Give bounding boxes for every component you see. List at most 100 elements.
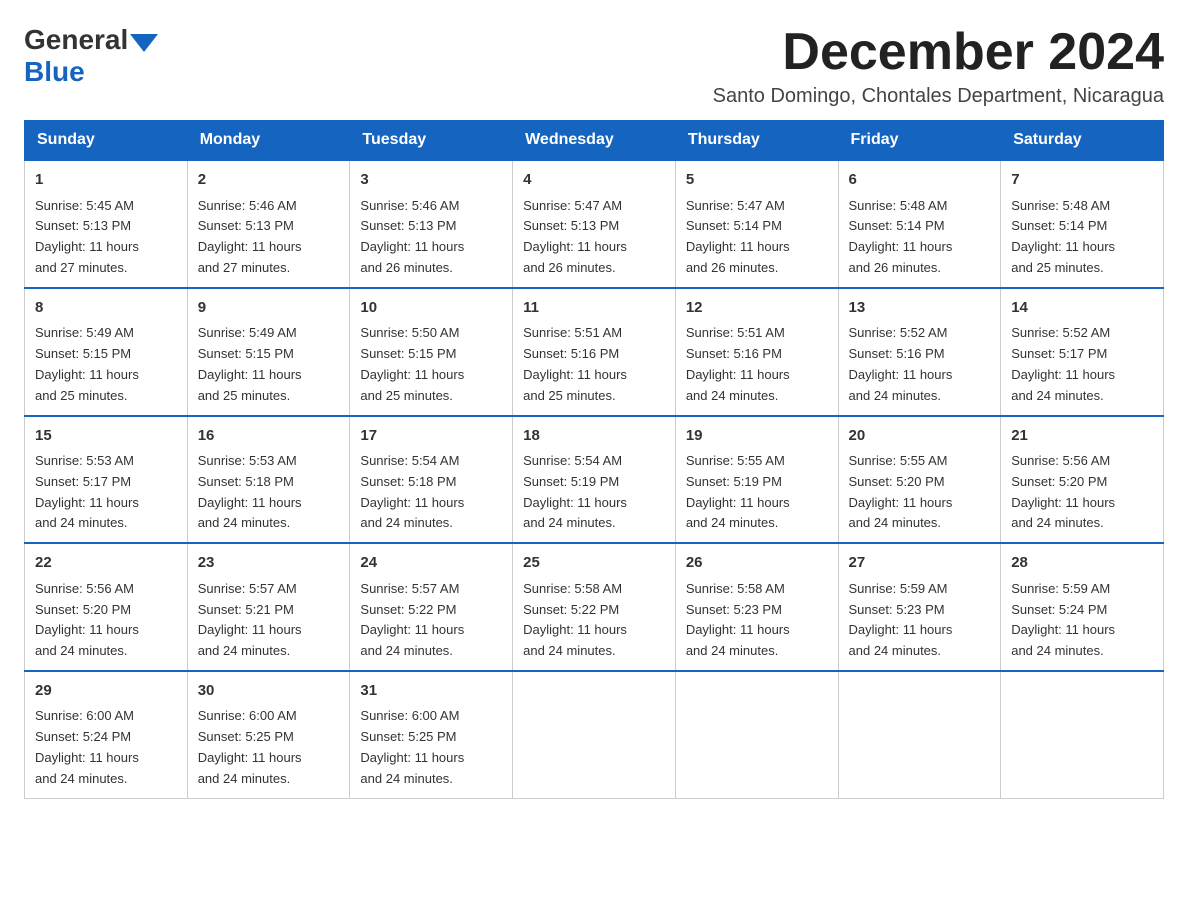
day-info: Sunrise: 6:00 AM Sunset: 5:25 PM Dayligh… (198, 708, 302, 785)
day-number: 31 (360, 680, 502, 703)
day-info: Sunrise: 5:45 AM Sunset: 5:13 PM Dayligh… (35, 198, 139, 275)
day-cell: 13 Sunrise: 5:52 AM Sunset: 5:16 PM Dayl… (838, 288, 1001, 416)
day-info: Sunrise: 5:51 AM Sunset: 5:16 PM Dayligh… (523, 325, 627, 402)
day-info: Sunrise: 5:54 AM Sunset: 5:18 PM Dayligh… (360, 453, 464, 530)
day-number: 5 (686, 169, 828, 192)
day-info: Sunrise: 5:49 AM Sunset: 5:15 PM Dayligh… (198, 325, 302, 402)
day-info: Sunrise: 5:56 AM Sunset: 5:20 PM Dayligh… (1011, 453, 1115, 530)
day-number: 28 (1011, 552, 1153, 575)
logo-blue: Blue (24, 56, 158, 88)
day-number: 26 (686, 552, 828, 575)
day-cell: 12 Sunrise: 5:51 AM Sunset: 5:16 PM Dayl… (675, 288, 838, 416)
col-header-thursday: Thursday (675, 121, 838, 161)
day-number: 20 (849, 425, 991, 448)
day-number: 22 (35, 552, 177, 575)
logo-general: General (24, 24, 128, 56)
day-info: Sunrise: 5:52 AM Sunset: 5:17 PM Dayligh… (1011, 325, 1115, 402)
day-number: 3 (360, 169, 502, 192)
day-cell: 17 Sunrise: 5:54 AM Sunset: 5:18 PM Dayl… (350, 416, 513, 544)
day-number: 16 (198, 425, 340, 448)
day-number: 19 (686, 425, 828, 448)
day-cell: 29 Sunrise: 6:00 AM Sunset: 5:24 PM Dayl… (25, 671, 188, 798)
day-cell: 15 Sunrise: 5:53 AM Sunset: 5:17 PM Dayl… (25, 416, 188, 544)
day-info: Sunrise: 5:52 AM Sunset: 5:16 PM Dayligh… (849, 325, 953, 402)
day-cell: 25 Sunrise: 5:58 AM Sunset: 5:22 PM Dayl… (513, 543, 676, 671)
day-number: 18 (523, 425, 665, 448)
day-cell: 2 Sunrise: 5:46 AM Sunset: 5:13 PM Dayli… (187, 160, 350, 288)
day-cell: 14 Sunrise: 5:52 AM Sunset: 5:17 PM Dayl… (1001, 288, 1164, 416)
day-header-row: SundayMondayTuesdayWednesdayThursdayFrid… (25, 121, 1164, 161)
logo-triangle-icon (130, 34, 158, 52)
day-info: Sunrise: 5:58 AM Sunset: 5:23 PM Dayligh… (686, 581, 790, 658)
day-cell: 20 Sunrise: 5:55 AM Sunset: 5:20 PM Dayl… (838, 416, 1001, 544)
week-row-4: 22 Sunrise: 5:56 AM Sunset: 5:20 PM Dayl… (25, 543, 1164, 671)
day-cell: 18 Sunrise: 5:54 AM Sunset: 5:19 PM Dayl… (513, 416, 676, 544)
day-info: Sunrise: 5:48 AM Sunset: 5:14 PM Dayligh… (849, 198, 953, 275)
day-info: Sunrise: 5:59 AM Sunset: 5:23 PM Dayligh… (849, 581, 953, 658)
day-number: 21 (1011, 425, 1153, 448)
day-number: 13 (849, 297, 991, 320)
col-header-tuesday: Tuesday (350, 121, 513, 161)
day-cell: 4 Sunrise: 5:47 AM Sunset: 5:13 PM Dayli… (513, 160, 676, 288)
day-cell: 26 Sunrise: 5:58 AM Sunset: 5:23 PM Dayl… (675, 543, 838, 671)
day-cell: 7 Sunrise: 5:48 AM Sunset: 5:14 PM Dayli… (1001, 160, 1164, 288)
day-cell: 8 Sunrise: 5:49 AM Sunset: 5:15 PM Dayli… (25, 288, 188, 416)
day-info: Sunrise: 5:57 AM Sunset: 5:22 PM Dayligh… (360, 581, 464, 658)
day-info: Sunrise: 5:55 AM Sunset: 5:20 PM Dayligh… (849, 453, 953, 530)
day-number: 1 (35, 169, 177, 192)
day-info: Sunrise: 5:57 AM Sunset: 5:21 PM Dayligh… (198, 581, 302, 658)
day-info: Sunrise: 5:54 AM Sunset: 5:19 PM Dayligh… (523, 453, 627, 530)
day-number: 11 (523, 297, 665, 320)
day-info: Sunrise: 5:55 AM Sunset: 5:19 PM Dayligh… (686, 453, 790, 530)
day-info: Sunrise: 5:59 AM Sunset: 5:24 PM Dayligh… (1011, 581, 1115, 658)
logo: General Blue (24, 24, 158, 88)
col-header-friday: Friday (838, 121, 1001, 161)
day-cell: 6 Sunrise: 5:48 AM Sunset: 5:14 PM Dayli… (838, 160, 1001, 288)
day-number: 4 (523, 169, 665, 192)
day-cell: 23 Sunrise: 5:57 AM Sunset: 5:21 PM Dayl… (187, 543, 350, 671)
day-cell: 28 Sunrise: 5:59 AM Sunset: 5:24 PM Dayl… (1001, 543, 1164, 671)
day-info: Sunrise: 5:53 AM Sunset: 5:18 PM Dayligh… (198, 453, 302, 530)
day-number: 17 (360, 425, 502, 448)
col-header-sunday: Sunday (25, 121, 188, 161)
month-title: December 2024 (713, 24, 1164, 81)
day-cell: 24 Sunrise: 5:57 AM Sunset: 5:22 PM Dayl… (350, 543, 513, 671)
day-info: Sunrise: 5:46 AM Sunset: 5:13 PM Dayligh… (360, 198, 464, 275)
col-header-saturday: Saturday (1001, 121, 1164, 161)
day-number: 14 (1011, 297, 1153, 320)
day-cell: 5 Sunrise: 5:47 AM Sunset: 5:14 PM Dayli… (675, 160, 838, 288)
day-info: Sunrise: 6:00 AM Sunset: 5:25 PM Dayligh… (360, 708, 464, 785)
day-cell: 31 Sunrise: 6:00 AM Sunset: 5:25 PM Dayl… (350, 671, 513, 798)
day-number: 2 (198, 169, 340, 192)
day-cell: 21 Sunrise: 5:56 AM Sunset: 5:20 PM Dayl… (1001, 416, 1164, 544)
day-cell: 16 Sunrise: 5:53 AM Sunset: 5:18 PM Dayl… (187, 416, 350, 544)
calendar-table: SundayMondayTuesdayWednesdayThursdayFrid… (24, 120, 1164, 798)
day-info: Sunrise: 5:58 AM Sunset: 5:22 PM Dayligh… (523, 581, 627, 658)
day-number: 8 (35, 297, 177, 320)
location-subtitle: Santo Domingo, Chontales Department, Nic… (713, 85, 1164, 108)
day-cell: 11 Sunrise: 5:51 AM Sunset: 5:16 PM Dayl… (513, 288, 676, 416)
day-info: Sunrise: 5:51 AM Sunset: 5:16 PM Dayligh… (686, 325, 790, 402)
week-row-3: 15 Sunrise: 5:53 AM Sunset: 5:17 PM Dayl… (25, 416, 1164, 544)
day-cell (838, 671, 1001, 798)
day-info: Sunrise: 5:56 AM Sunset: 5:20 PM Dayligh… (35, 581, 139, 658)
day-number: 7 (1011, 169, 1153, 192)
day-cell: 3 Sunrise: 5:46 AM Sunset: 5:13 PM Dayli… (350, 160, 513, 288)
week-row-5: 29 Sunrise: 6:00 AM Sunset: 5:24 PM Dayl… (25, 671, 1164, 798)
day-info: Sunrise: 5:49 AM Sunset: 5:15 PM Dayligh… (35, 325, 139, 402)
week-row-2: 8 Sunrise: 5:49 AM Sunset: 5:15 PM Dayli… (25, 288, 1164, 416)
week-row-1: 1 Sunrise: 5:45 AM Sunset: 5:13 PM Dayli… (25, 160, 1164, 288)
day-cell: 1 Sunrise: 5:45 AM Sunset: 5:13 PM Dayli… (25, 160, 188, 288)
col-header-wednesday: Wednesday (513, 121, 676, 161)
day-number: 6 (849, 169, 991, 192)
day-info: Sunrise: 5:53 AM Sunset: 5:17 PM Dayligh… (35, 453, 139, 530)
day-number: 27 (849, 552, 991, 575)
day-number: 9 (198, 297, 340, 320)
day-cell: 27 Sunrise: 5:59 AM Sunset: 5:23 PM Dayl… (838, 543, 1001, 671)
day-number: 25 (523, 552, 665, 575)
day-cell: 22 Sunrise: 5:56 AM Sunset: 5:20 PM Dayl… (25, 543, 188, 671)
day-cell (513, 671, 676, 798)
title-area: December 2024 Santo Domingo, Chontales D… (713, 24, 1164, 108)
day-info: Sunrise: 6:00 AM Sunset: 5:24 PM Dayligh… (35, 708, 139, 785)
day-info: Sunrise: 5:46 AM Sunset: 5:13 PM Dayligh… (198, 198, 302, 275)
